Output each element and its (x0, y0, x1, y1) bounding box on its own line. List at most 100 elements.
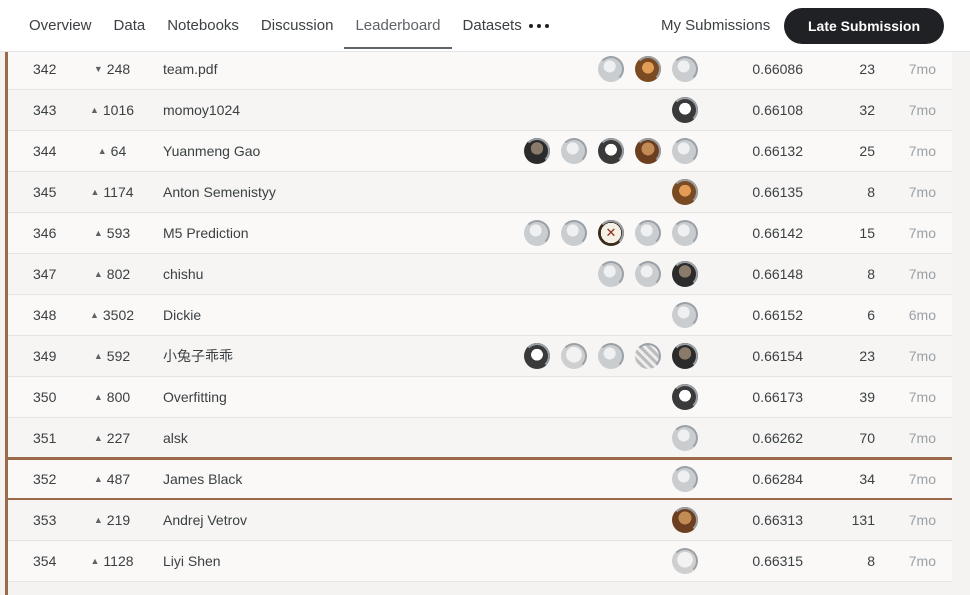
last-submission-cell: 7mo (908, 102, 936, 118)
arrow-up-icon: ▲ (89, 105, 99, 115)
table-row[interactable]: 347 ▲ 802 chishu 0.66148 8 7mo (8, 254, 952, 295)
avatar-icon[interactable] (635, 343, 661, 369)
arrow-up-icon: ▲ (93, 474, 103, 484)
avatar-icon[interactable] (635, 56, 661, 82)
last-submission-cell: 7mo (908, 512, 936, 528)
entries-cell: 34 (859, 471, 875, 487)
tab-overview[interactable]: Overview (18, 0, 103, 52)
team-name[interactable]: 小兔子乖乖 (163, 336, 423, 376)
table-row[interactable]: 354 ▲ 1128 Liyi Shen 0.66315 8 7mo (8, 541, 952, 582)
team-members (438, 460, 698, 498)
score-cell: 0.66313 (752, 512, 803, 528)
rank-change-value: 1128 (103, 553, 134, 569)
avatar-icon[interactable] (635, 220, 661, 246)
entries-cell: 23 (859, 61, 875, 77)
team-name[interactable]: Yuanmeng Gao (163, 131, 423, 171)
rank-cell: 349 (33, 348, 57, 364)
table-row[interactable]: 343 ▲ 1016 momoy1024 0.66108 32 7mo (8, 90, 952, 131)
table-row[interactable]: 351 ▲ 227 alsk 0.66262 70 7mo (8, 418, 952, 459)
avatar-icon[interactable] (561, 343, 587, 369)
team-name[interactable]: chishu (163, 254, 423, 294)
team-members (438, 90, 698, 130)
team-members (438, 418, 698, 458)
team-name[interactable]: team.pdf (163, 52, 423, 89)
table-row[interactable]: 342 ▼ 248 team.pdf 0.66086 23 7mo (8, 52, 952, 90)
avatar-icon[interactable] (672, 507, 698, 533)
my-submissions-link[interactable]: My Submissions (661, 0, 770, 52)
avatar-icon[interactable] (672, 138, 698, 164)
rank-change-value: 227 (106, 430, 131, 446)
team-name[interactable]: Anton Semenistyy (163, 172, 423, 212)
tab-leaderboard[interactable]: Leaderboard (344, 0, 452, 52)
table-row[interactable]: 344 ▲ 64 Yuanmeng Gao 0.66132 25 7mo (8, 131, 952, 172)
arrow-up-icon: ▲ (93, 351, 103, 361)
team-name[interactable]: momoy1024 (163, 90, 423, 130)
avatar-icon[interactable] (672, 261, 698, 287)
tab-notebooks[interactable]: Notebooks (156, 0, 250, 52)
tab-datasets[interactable]: Datasets (452, 0, 533, 52)
avatar-icon[interactable] (598, 220, 624, 246)
tab-discussion[interactable]: Discussion (250, 0, 345, 52)
avatar-icon[interactable] (672, 179, 698, 205)
avatar-icon[interactable] (672, 466, 698, 492)
avatar-icon[interactable] (672, 220, 698, 246)
leaderboard-table: 342 ▼ 248 team.pdf 0.66086 23 7mo 343 ▲ 1016 momoy… (0, 52, 970, 595)
team-name[interactable]: Overfitting (163, 377, 423, 417)
avatar-icon[interactable] (524, 220, 550, 246)
entries-cell: 70 (859, 430, 875, 446)
rank-change-cell: ▲ 64 (78, 131, 146, 171)
team-members (438, 295, 698, 335)
rank-change-value: 3502 (102, 307, 135, 323)
score-cell: 0.66086 (752, 61, 803, 77)
team-name[interactable]: James Black (163, 460, 423, 498)
rank-cell: 351 (33, 430, 57, 446)
last-submission-cell: 7mo (908, 471, 936, 487)
avatar-icon[interactable] (524, 343, 550, 369)
team-members (438, 377, 698, 417)
avatar-icon[interactable] (635, 261, 661, 287)
rank-change-value: 800 (106, 389, 131, 405)
avatar-icon[interactable] (598, 56, 624, 82)
avatar-icon[interactable] (672, 548, 698, 574)
rank-change-cell: ▲ 487 (78, 460, 146, 498)
arrow-up-icon: ▲ (89, 310, 99, 320)
avatar-icon[interactable] (561, 220, 587, 246)
avatar-icon[interactable] (672, 302, 698, 328)
avatar-icon[interactable] (672, 343, 698, 369)
table-row[interactable]: 348 ▲ 3502 Dickie 0.66152 6 6mo (8, 295, 952, 336)
avatar-icon[interactable] (672, 56, 698, 82)
table-row[interactable]: 353 ▲ 219 Andrej Vetrov 0.66313 131 7mo (8, 500, 952, 541)
avatar-icon[interactable] (561, 138, 587, 164)
avatar-icon[interactable] (524, 138, 550, 164)
avatar-icon[interactable] (598, 261, 624, 287)
team-name[interactable]: Dickie (163, 295, 423, 335)
last-submission-cell: 7mo (908, 143, 936, 159)
avatar-icon[interactable] (598, 343, 624, 369)
entries-cell: 25 (859, 143, 875, 159)
rank-cell: 348 (33, 307, 57, 323)
table-row[interactable]: 350 ▲ 800 Overfitting 0.66173 39 7mo (8, 377, 952, 418)
table-row-highlighted[interactable]: 352 ▲ 487 James Black 0.66284 34 7mo (8, 457, 952, 501)
score-cell: 0.66132 (752, 143, 803, 159)
table-row[interactable]: 345 ▲ 1174 Anton Semenistyy 0.66135 8 7mo (8, 172, 952, 213)
avatar-icon[interactable] (672, 384, 698, 410)
avatar-icon[interactable] (672, 425, 698, 451)
team-name[interactable]: alsk (163, 418, 423, 458)
avatar-icon[interactable] (598, 138, 624, 164)
team-members (438, 541, 698, 581)
avatar-icon[interactable] (672, 97, 698, 123)
rank-change-value: 592 (106, 348, 131, 364)
arrow-up-icon: ▲ (93, 433, 103, 443)
tab-data[interactable]: Data (103, 0, 157, 52)
team-name[interactable]: Andrej Vetrov (163, 500, 423, 540)
table-row[interactable]: 349 ▲ 592 小兔子乖乖 0.66154 23 7mo (8, 336, 952, 377)
team-name[interactable]: M5 Prediction (163, 213, 423, 253)
entries-cell: 6 (867, 307, 875, 323)
more-horizontal-icon[interactable] (526, 17, 552, 35)
team-name[interactable]: Liyi Shen (163, 541, 423, 581)
team-members (438, 500, 698, 540)
avatar-icon[interactable] (635, 138, 661, 164)
late-submission-button[interactable]: Late Submission (784, 8, 944, 44)
table-row[interactable]: 346 ▲593 M5 Prediction 0.66142 15 7mo (8, 213, 952, 254)
last-submission-cell: 7mo (908, 389, 936, 405)
